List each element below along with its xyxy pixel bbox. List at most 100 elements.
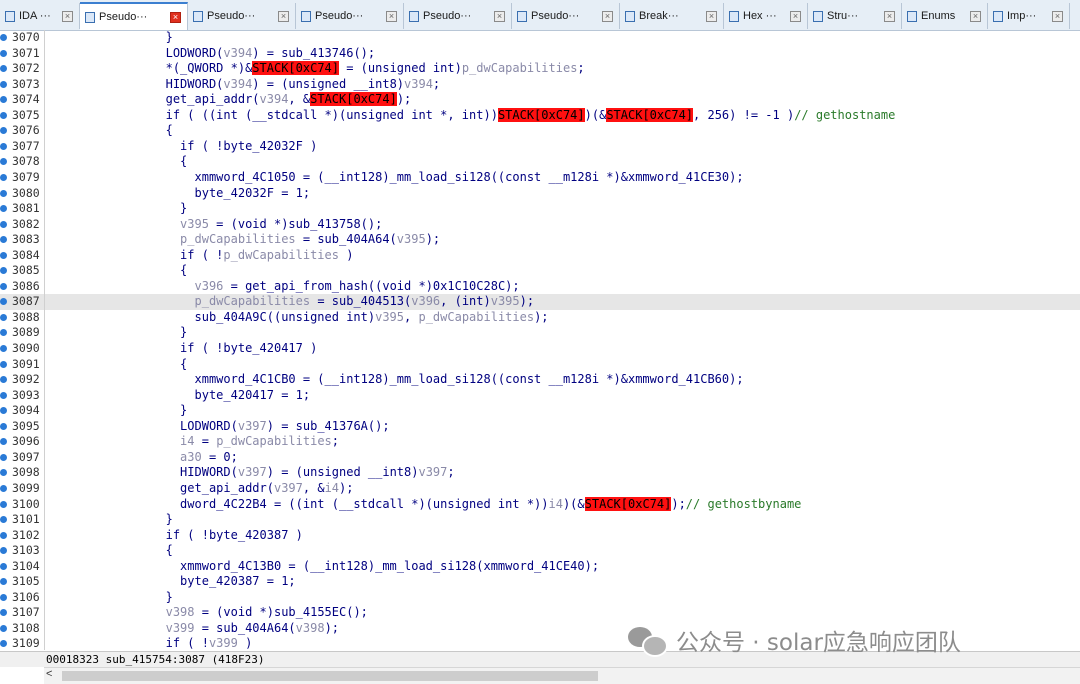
code-line[interactable]: 3071 LODWORD(v394) = sub_413746(); [0, 46, 1080, 62]
tab-7[interactable]: Hex ··· × [724, 3, 808, 29]
breakpoint-dot-icon[interactable] [0, 453, 7, 461]
code-line[interactable]: 3107 v398 = (void *)sub_4155EC(); [0, 605, 1080, 621]
tab-6[interactable]: Break··· × [620, 3, 724, 29]
close-icon[interactable]: × [386, 10, 397, 22]
close-icon[interactable]: × [970, 10, 981, 22]
code-line[interactable]: 3070 } [0, 30, 1080, 46]
code-line[interactable]: 3084 if ( !p_dwCapabilities ) [0, 248, 1080, 264]
close-icon[interactable]: × [602, 10, 613, 22]
code-line[interactable]: 3082 v395 = (void *)sub_413758(); [0, 217, 1080, 233]
breakpoint-dot-icon[interactable] [0, 142, 7, 150]
breakpoint-dot-icon[interactable] [0, 158, 7, 166]
code-line[interactable]: 3073 HIDWORD(v394) = (unsigned __int8)v3… [0, 77, 1080, 93]
code-line[interactable]: 3080 byte_42032F = 1; [0, 186, 1080, 202]
breakpoint-dot-icon[interactable] [0, 267, 7, 275]
code-line[interactable]: 3072 *(_QWORD *)&STACK[0xC74] = (unsigne… [0, 61, 1080, 77]
close-icon[interactable]: × [1052, 10, 1063, 22]
breakpoint-dot-icon[interactable] [0, 531, 7, 539]
pseudocode-editor[interactable]: 3070 } 3071 LODWORD(v394) = sub_413746();… [0, 30, 1080, 650]
breakpoint-dot-icon[interactable] [0, 282, 7, 290]
close-icon[interactable]: × [884, 10, 895, 22]
breakpoint-dot-icon[interactable] [0, 360, 7, 368]
close-icon[interactable]: × [170, 11, 181, 23]
code-line[interactable]: 3077 if ( !byte_42032F ) [0, 139, 1080, 155]
close-icon[interactable]: × [494, 10, 505, 22]
scroll-thumb[interactable] [62, 671, 598, 681]
code-line[interactable]: 3083 p_dwCapabilities = sub_404A64(v395)… [0, 232, 1080, 248]
code-line[interactable]: 3074 get_api_addr(v394, &STACK[0xC74]); [0, 92, 1080, 108]
breakpoint-dot-icon[interactable] [0, 609, 7, 617]
breakpoint-dot-icon[interactable] [0, 189, 7, 197]
breakpoint-dot-icon[interactable] [0, 500, 7, 508]
code-line[interactable]: 3103 { [0, 543, 1080, 559]
breakpoint-dot-icon[interactable] [0, 407, 7, 415]
breakpoint-dot-icon[interactable] [0, 422, 7, 430]
breakpoint-dot-icon[interactable] [0, 236, 7, 244]
breakpoint-dot-icon[interactable] [0, 329, 7, 337]
breakpoint-dot-icon[interactable] [0, 173, 7, 181]
breakpoint-dot-icon[interactable] [0, 65, 7, 73]
code-line[interactable]: 3101 } [0, 512, 1080, 528]
code-line[interactable]: 3102 if ( !byte_420387 ) [0, 528, 1080, 544]
code-line[interactable]: 3091 { [0, 357, 1080, 373]
code-line[interactable]: 3075 if ( ((int (__stdcall *)(unsigned i… [0, 107, 1080, 124]
close-icon[interactable]: × [62, 10, 73, 22]
breakpoint-dot-icon[interactable] [0, 438, 7, 446]
tab-0[interactable]: IDA ··· × [0, 3, 80, 29]
breakpoint-dot-icon[interactable] [0, 298, 7, 306]
breakpoint-dot-icon[interactable] [0, 251, 7, 259]
tab-4[interactable]: Pseudo··· × [404, 3, 512, 29]
code-line[interactable]: 3105 byte_420387 = 1; [0, 574, 1080, 590]
breakpoint-dot-icon[interactable] [0, 127, 7, 135]
tab-10[interactable]: Imp··· × [988, 3, 1070, 29]
code-line[interactable]: 3081 } [0, 201, 1080, 217]
code-line[interactable]: 3100 dword_4C22B4 = ((int (__stdcall *)(… [0, 496, 1080, 513]
code-line[interactable]: 3088 sub_404A9C((unsigned int)v395, p_dw… [0, 310, 1080, 326]
breakpoint-dot-icon[interactable] [0, 593, 7, 601]
breakpoint-dot-icon[interactable] [0, 205, 7, 213]
breakpoint-dot-icon[interactable] [0, 49, 7, 57]
tab-9[interactable]: Enums × [902, 3, 988, 29]
breakpoint-dot-icon[interactable] [0, 345, 7, 352]
breakpoint-dot-icon[interactable] [0, 220, 7, 228]
tab-1[interactable]: Pseudo··· × [80, 2, 188, 30]
breakpoint-dot-icon[interactable] [0, 34, 7, 41]
code-line[interactable]: 3094 } [0, 403, 1080, 419]
breakpoint-dot-icon[interactable] [0, 547, 7, 555]
code-line[interactable]: 3085 { [0, 263, 1080, 279]
code-line[interactable]: 3076 { [0, 123, 1080, 139]
breakpoint-dot-icon[interactable] [0, 578, 7, 586]
code-line[interactable]: 3089 } [0, 325, 1080, 341]
close-icon[interactable]: × [790, 10, 801, 22]
code-line[interactable]: 3104 xmmword_4C13B0 = (__int128)_mm_load… [0, 559, 1080, 575]
breakpoint-dot-icon[interactable] [0, 313, 7, 321]
code-line[interactable]: 3096 i4 = p_dwCapabilities; [0, 434, 1080, 450]
breakpoint-dot-icon[interactable] [0, 80, 7, 88]
tab-3[interactable]: Pseudo··· × [296, 3, 404, 29]
breakpoint-dot-icon[interactable] [0, 96, 7, 104]
scroll-left-arrow-icon[interactable]: < [46, 668, 52, 680]
breakpoint-dot-icon[interactable] [0, 624, 7, 632]
code-line[interactable]: 3092 xmmword_4C1CB0 = (__int128)_mm_load… [0, 372, 1080, 388]
breakpoint-dot-icon[interactable] [0, 640, 7, 648]
breakpoint-dot-icon[interactable] [0, 391, 7, 399]
horizontal-scrollbar[interactable]: < [44, 667, 1080, 684]
breakpoint-dot-icon[interactable] [0, 562, 7, 570]
breakpoint-dot-icon[interactable] [0, 469, 7, 477]
close-icon[interactable]: × [706, 10, 717, 22]
code-line[interactable]: 3090 if ( !byte_420417 ) [0, 341, 1080, 357]
breakpoint-dot-icon[interactable] [0, 484, 7, 492]
code-line[interactable]: 3106 } [0, 590, 1080, 606]
code-line[interactable]: 3079 xmmword_4C1050 = (__int128)_mm_load… [0, 170, 1080, 186]
breakpoint-dot-icon[interactable] [0, 111, 7, 119]
breakpoint-dot-icon[interactable] [0, 516, 7, 524]
tab-5[interactable]: Pseudo··· × [512, 3, 620, 29]
code-line[interactable]: 3087 p_dwCapabilities = sub_404513(v396,… [0, 294, 1080, 310]
tab-2[interactable]: Pseudo··· × [188, 3, 296, 29]
tab-8[interactable]: Stru··· × [808, 3, 902, 29]
code-line[interactable]: 3098 HIDWORD(v397) = (unsigned __int8)v3… [0, 465, 1080, 481]
code-line[interactable]: 3097 a30 = 0; [0, 450, 1080, 466]
code-line[interactable]: 3078 { [0, 154, 1080, 170]
code-line[interactable]: 3095 LODWORD(v397) = sub_41376A(); [0, 419, 1080, 435]
breakpoint-dot-icon[interactable] [0, 376, 7, 384]
